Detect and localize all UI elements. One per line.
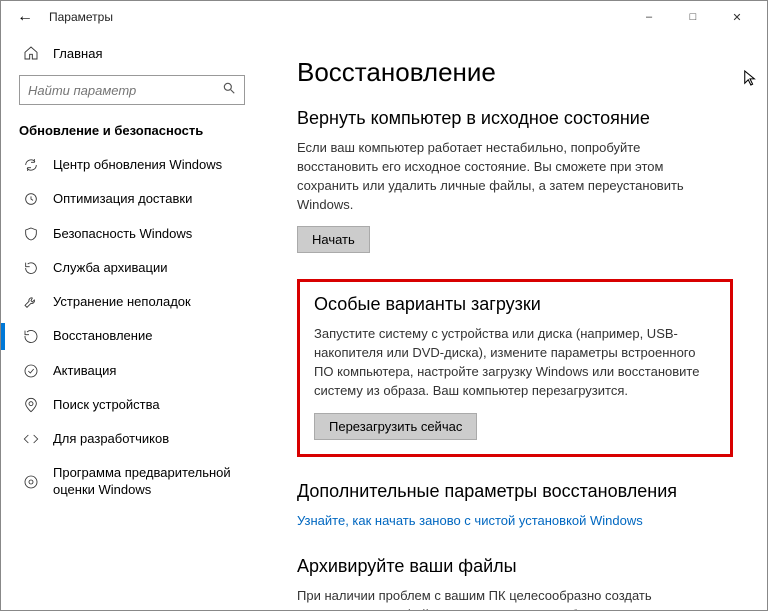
sidebar-item-backup[interactable]: Служба архивации — [1, 251, 263, 285]
search-input[interactable] — [28, 83, 222, 98]
wrench-icon — [23, 294, 39, 310]
cursor-icon — [743, 69, 757, 92]
search-box[interactable] — [19, 75, 245, 105]
location-icon — [23, 397, 39, 413]
sidebar-item-recovery[interactable]: Восстановление — [1, 319, 263, 353]
sidebar-item-troubleshoot[interactable]: Устранение неполадок — [1, 285, 263, 319]
backup-section: Архивируйте ваши файлы При наличии пробл… — [297, 556, 733, 610]
minimize-button[interactable]: – — [627, 3, 671, 31]
backup-icon — [23, 260, 39, 276]
advanced-startup-section: Особые варианты загрузки Запустите систе… — [297, 279, 733, 456]
reset-title: Вернуть компьютер в исходное состояние — [297, 108, 733, 129]
recovery-icon — [23, 328, 39, 344]
restart-now-button[interactable]: Перезагрузить сейчас — [314, 413, 477, 440]
more-options-section: Дополнительные параметры восстановления … — [297, 481, 733, 530]
sidebar-item-insider[interactable]: Программа предварительной оценки Windows — [1, 456, 263, 507]
sidebar-item-delivery[interactable]: Оптимизация доставки — [1, 182, 263, 216]
back-button[interactable]: ← — [9, 8, 41, 26]
sidebar-section-title: Обновление и безопасность — [1, 119, 263, 148]
home-label: Главная — [53, 46, 102, 61]
delivery-icon — [23, 191, 39, 207]
backup-body: При наличии проблем с вашим ПК целесообр… — [297, 587, 717, 610]
reset-section: Вернуть компьютер в исходное состояние Е… — [297, 108, 733, 253]
reset-button[interactable]: Начать — [297, 226, 370, 253]
page-title: Восстановление — [297, 57, 733, 88]
more-title: Дополнительные параметры восстановления — [297, 481, 733, 502]
check-icon — [23, 363, 39, 379]
sync-icon — [23, 157, 39, 173]
backup-title: Архивируйте ваши файлы — [297, 556, 733, 577]
titlebar: ← Параметры – □ ✕ — [1, 1, 767, 33]
fresh-start-link[interactable]: Узнайте, как начать заново с чистой уста… — [297, 513, 643, 528]
maximize-button[interactable]: □ — [671, 3, 715, 31]
sidebar-nav: Центр обновления Windows Оптимизация дос… — [1, 148, 263, 507]
sidebar-item-security[interactable]: Безопасность Windows — [1, 217, 263, 251]
reset-body: Если ваш компьютер работает нестабильно,… — [297, 139, 717, 214]
window-title: Параметры — [49, 10, 113, 24]
sidebar-item-activation[interactable]: Активация — [1, 354, 263, 388]
close-button[interactable]: ✕ — [715, 3, 759, 31]
sidebar: Главная Обновление и безопасность Центр … — [1, 33, 263, 610]
home-icon — [23, 45, 39, 61]
insider-icon — [23, 474, 39, 490]
shield-icon — [23, 226, 39, 242]
code-icon — [23, 431, 39, 447]
sidebar-item-findmydevice[interactable]: Поиск устройства — [1, 388, 263, 422]
content-pane: Восстановление Вернуть компьютер в исход… — [263, 33, 767, 610]
search-icon — [222, 81, 236, 100]
advanced-body: Запустите систему с устройства или диска… — [314, 325, 716, 400]
home-nav[interactable]: Главная — [1, 39, 263, 71]
sidebar-item-developers[interactable]: Для разработчиков — [1, 422, 263, 456]
advanced-title: Особые варианты загрузки — [314, 294, 716, 315]
sidebar-item-update[interactable]: Центр обновления Windows — [1, 148, 263, 182]
